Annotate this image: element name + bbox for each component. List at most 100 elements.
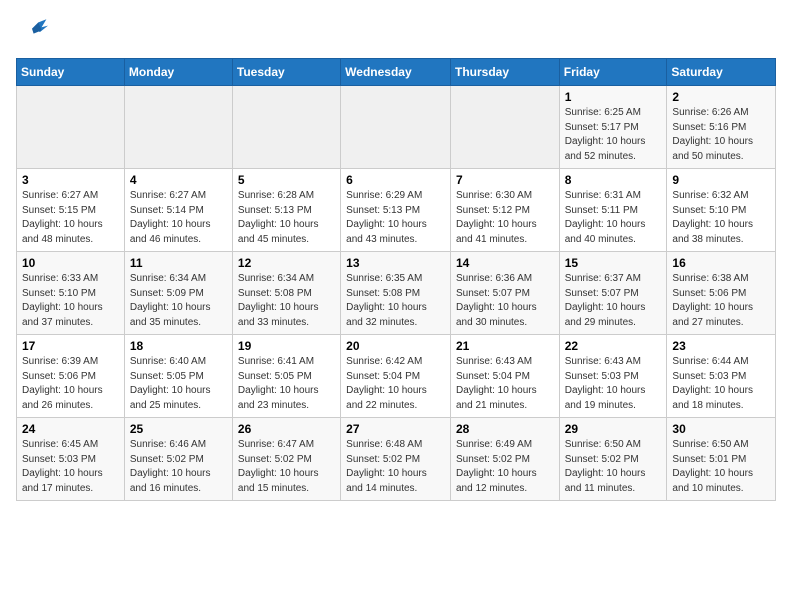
day-number: 19 — [238, 339, 335, 353]
day-info: Sunrise: 6:27 AM Sunset: 5:15 PM Dayligh… — [22, 189, 119, 247]
day-cell-empty — [341, 86, 451, 169]
day-info: Sunrise: 6:47 AM Sunset: 5:02 PM Dayligh… — [238, 438, 335, 496]
weekday-header-monday: Monday — [124, 59, 232, 86]
day-info: Sunrise: 6:49 AM Sunset: 5:02 PM Dayligh… — [456, 438, 554, 496]
day-info: Sunrise: 6:28 AM Sunset: 5:13 PM Dayligh… — [238, 189, 335, 247]
day-number: 13 — [346, 256, 445, 270]
day-cell-7: 7Sunrise: 6:30 AM Sunset: 5:12 PM Daylig… — [450, 169, 559, 252]
day-cell-3: 3 Sunrise: 6:27 AM Sunset: 5:15 PM Daylig… — [17, 169, 125, 252]
day-number: 8 — [565, 173, 662, 187]
day-info: Sunrise: 6:40 AM Sunset: 5:05 PM Dayligh… — [130, 355, 227, 413]
day-number: 25 — [130, 422, 227, 436]
day-cell-empty — [124, 86, 232, 169]
day-number: 12 — [238, 256, 335, 270]
day-info: Sunrise: 6:34 AM Sunset: 5:09 PM Dayligh… — [130, 272, 227, 330]
day-info: Sunrise: 6:43 AM Sunset: 5:03 PM Dayligh… — [565, 355, 662, 413]
weekday-header-friday: Friday — [559, 59, 667, 86]
day-cell-17: 17Sunrise: 6:39 AM Sunset: 5:06 PM Dayli… — [17, 335, 125, 418]
day-cell-26: 26 Sunrise: 6:47 AM Sunset: 5:02 PM Dayli… — [232, 418, 340, 501]
day-cell-23: 23 Sunrise: 6:44 AM Sunset: 5:03 PM Dayli… — [667, 335, 776, 418]
day-cell-28: 28 Sunrise: 6:49 AM Sunset: 5:02 PM Dayli… — [450, 418, 559, 501]
day-cell-11: 11Sunrise: 6:34 AM Sunset: 5:09 PM Dayli… — [124, 252, 232, 335]
day-number: 15 — [565, 256, 662, 270]
day-cell-empty — [232, 86, 340, 169]
day-info: Sunrise: 6:43 AM Sunset: 5:04 PM Dayligh… — [456, 355, 554, 413]
day-number: 26 — [238, 422, 335, 436]
day-info: Sunrise: 6:42 AM Sunset: 5:04 PM Dayligh… — [346, 355, 445, 413]
day-cell-12: 12 Sunrise: 6:34 AM Sunset: 5:08 PM Dayli… — [232, 252, 340, 335]
day-cell-20: 20 Sunrise: 6:42 AM Sunset: 5:04 PM Dayli… — [341, 335, 451, 418]
day-cell-22: 22Sunrise: 6:43 AM Sunset: 5:03 PM Dayli… — [559, 335, 667, 418]
day-number: 14 — [456, 256, 554, 270]
day-info: Sunrise: 6:44 AM Sunset: 5:03 PM Dayligh… — [672, 355, 770, 413]
day-info: Sunrise: 6:35 AM Sunset: 5:08 PM Dayligh… — [346, 272, 445, 330]
week-row-1: 1 Sunrise: 6:25 AM Sunset: 5:17 PM Daylig… — [17, 86, 776, 169]
day-info: Sunrise: 6:50 AM Sunset: 5:01 PM Dayligh… — [672, 438, 770, 496]
day-number: 1 — [565, 90, 662, 104]
day-cell-empty — [450, 86, 559, 169]
day-number: 20 — [346, 339, 445, 353]
day-number: 21 — [456, 339, 554, 353]
day-cell-4: 4 Sunrise: 6:27 AM Sunset: 5:14 PM Daylig… — [124, 169, 232, 252]
day-info: Sunrise: 6:38 AM Sunset: 5:06 PM Dayligh… — [672, 272, 770, 330]
day-info: Sunrise: 6:25 AM Sunset: 5:17 PM Dayligh… — [565, 106, 662, 164]
logo-icon — [16, 16, 48, 48]
day-number: 16 — [672, 256, 770, 270]
day-cell-16: 16 Sunrise: 6:38 AM Sunset: 5:06 PM Dayli… — [667, 252, 776, 335]
day-cell-27: 27 Sunrise: 6:48 AM Sunset: 5:02 PM Dayli… — [341, 418, 451, 501]
day-info: Sunrise: 6:39 AM Sunset: 5:06 PM Dayligh… — [22, 355, 119, 413]
day-info: Sunrise: 6:37 AM Sunset: 5:07 PM Dayligh… — [565, 272, 662, 330]
day-number: 5 — [238, 173, 335, 187]
logo — [16, 16, 52, 48]
day-number: 10 — [22, 256, 119, 270]
day-cell-19: 19 Sunrise: 6:41 AM Sunset: 5:05 PM Dayli… — [232, 335, 340, 418]
day-cell-1: 1 Sunrise: 6:25 AM Sunset: 5:17 PM Daylig… — [559, 86, 667, 169]
day-info: Sunrise: 6:41 AM Sunset: 5:05 PM Dayligh… — [238, 355, 335, 413]
calendar-table: SundayMondayTuesdayWednesdayThursdayFrid… — [16, 58, 776, 501]
day-number: 6 — [346, 173, 445, 187]
day-number: 7 — [456, 173, 554, 187]
day-cell-18: 18 Sunrise: 6:40 AM Sunset: 5:05 PM Dayli… — [124, 335, 232, 418]
day-number: 9 — [672, 173, 770, 187]
day-number: 30 — [672, 422, 770, 436]
day-number: 29 — [565, 422, 662, 436]
day-info: Sunrise: 6:29 AM Sunset: 5:13 PM Dayligh… — [346, 189, 445, 247]
week-row-3: 10 Sunrise: 6:33 AM Sunset: 5:10 PM Dayli… — [17, 252, 776, 335]
day-cell-5: 5 Sunrise: 6:28 AM Sunset: 5:13 PM Daylig… — [232, 169, 340, 252]
week-row-4: 17Sunrise: 6:39 AM Sunset: 5:06 PM Dayli… — [17, 335, 776, 418]
day-number: 4 — [130, 173, 227, 187]
day-number: 3 — [22, 173, 119, 187]
day-cell-15: 15 Sunrise: 6:37 AM Sunset: 5:07 PM Dayli… — [559, 252, 667, 335]
day-cell-24: 24 Sunrise: 6:45 AM Sunset: 5:03 PM Dayli… — [17, 418, 125, 501]
day-info: Sunrise: 6:45 AM Sunset: 5:03 PM Dayligh… — [22, 438, 119, 496]
day-cell-21: 21 Sunrise: 6:43 AM Sunset: 5:04 PM Dayli… — [450, 335, 559, 418]
day-cell-10: 10 Sunrise: 6:33 AM Sunset: 5:10 PM Dayli… — [17, 252, 125, 335]
day-info: Sunrise: 6:48 AM Sunset: 5:02 PM Dayligh… — [346, 438, 445, 496]
week-row-2: 3 Sunrise: 6:27 AM Sunset: 5:15 PM Daylig… — [17, 169, 776, 252]
day-cell-13: 13 Sunrise: 6:35 AM Sunset: 5:08 PM Dayli… — [341, 252, 451, 335]
day-info: Sunrise: 6:50 AM Sunset: 5:02 PM Dayligh… — [565, 438, 662, 496]
day-cell-29: 29 Sunrise: 6:50 AM Sunset: 5:02 PM Dayli… — [559, 418, 667, 501]
day-info: Sunrise: 6:46 AM Sunset: 5:02 PM Dayligh… — [130, 438, 227, 496]
day-number: 23 — [672, 339, 770, 353]
day-cell-9: 9 Sunrise: 6:32 AM Sunset: 5:10 PM Daylig… — [667, 169, 776, 252]
day-info: Sunrise: 6:31 AM Sunset: 5:11 PM Dayligh… — [565, 189, 662, 247]
day-info: Sunrise: 6:36 AM Sunset: 5:07 PM Dayligh… — [456, 272, 554, 330]
day-number: 24 — [22, 422, 119, 436]
day-info: Sunrise: 6:34 AM Sunset: 5:08 PM Dayligh… — [238, 272, 335, 330]
weekday-header-thursday: Thursday — [450, 59, 559, 86]
day-cell-25: 25 Sunrise: 6:46 AM Sunset: 5:02 PM Dayli… — [124, 418, 232, 501]
day-number: 18 — [130, 339, 227, 353]
weekday-header-tuesday: Tuesday — [232, 59, 340, 86]
day-info: Sunrise: 6:32 AM Sunset: 5:10 PM Dayligh… — [672, 189, 770, 247]
weekday-header-saturday: Saturday — [667, 59, 776, 86]
day-number: 28 — [456, 422, 554, 436]
weekday-header-sunday: Sunday — [17, 59, 125, 86]
weekday-header-wednesday: Wednesday — [341, 59, 451, 86]
page-header — [16, 16, 776, 48]
day-number: 27 — [346, 422, 445, 436]
day-info: Sunrise: 6:27 AM Sunset: 5:14 PM Dayligh… — [130, 189, 227, 247]
day-cell-empty — [17, 86, 125, 169]
day-cell-2: 2Sunrise: 6:26 AM Sunset: 5:16 PM Daylig… — [667, 86, 776, 169]
day-info: Sunrise: 6:33 AM Sunset: 5:10 PM Dayligh… — [22, 272, 119, 330]
